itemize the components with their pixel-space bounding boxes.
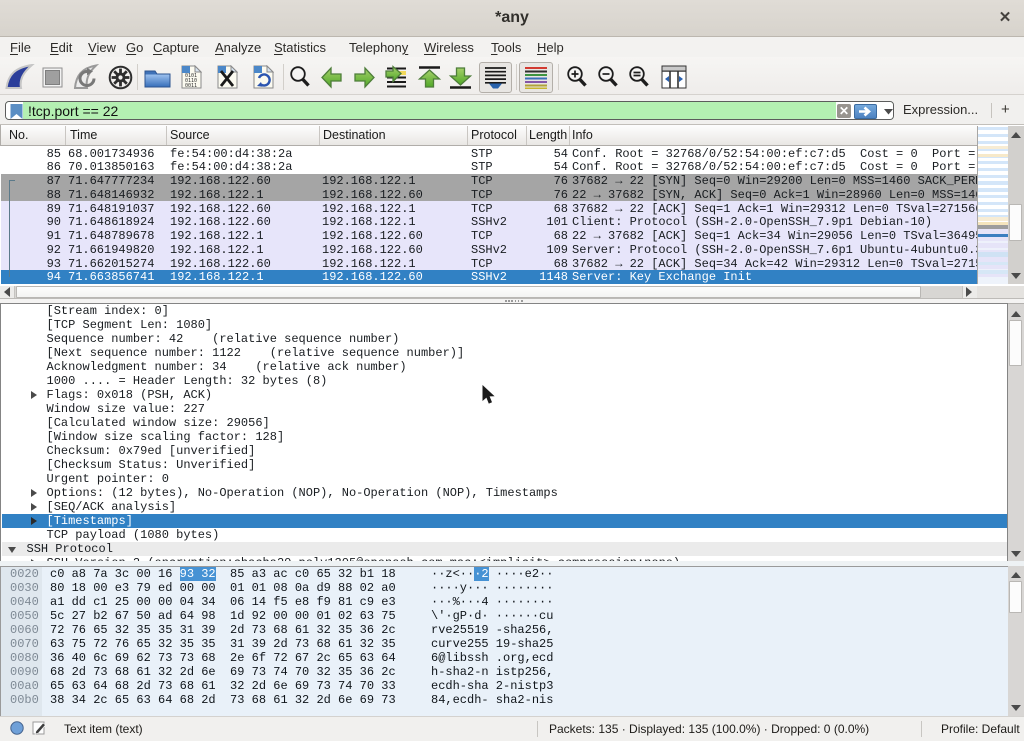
svg-text:0011: 0011 xyxy=(185,83,197,89)
